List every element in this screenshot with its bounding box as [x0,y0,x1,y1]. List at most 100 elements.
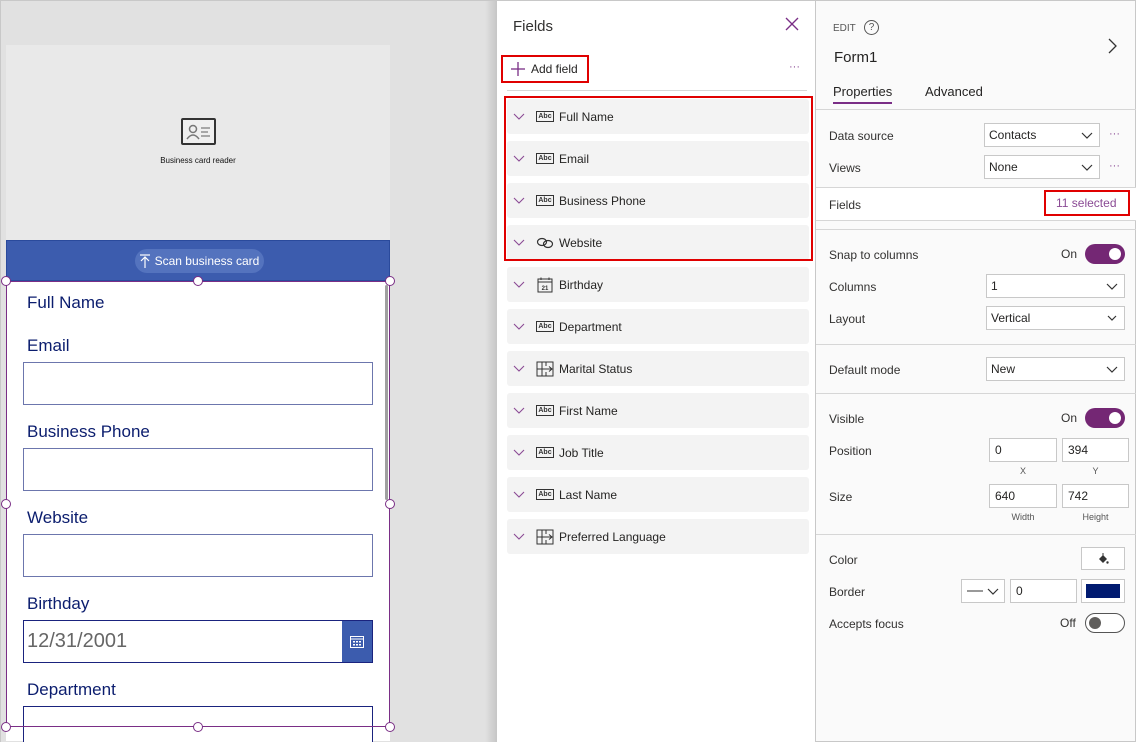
position-x-caption: X [1019,466,1026,476]
upload-arrow-icon [139,254,150,268]
divider [816,109,1136,110]
border-thickness-input[interactable]: 0 [1010,579,1077,603]
scan-business-card-button[interactable]: Scan business card [135,249,264,273]
layout-value: Vertical [991,311,1031,325]
field-list-item[interactable]: Abc Last Name [507,477,809,512]
border-color-button[interactable] [1081,579,1125,603]
chevron-down-icon[interactable] [513,155,527,163]
position-x-input[interactable]: 0 [989,438,1057,462]
chevron-down-icon[interactable] [513,281,527,289]
control-name: Form1 [834,49,878,66]
scan-bar: Scan business card [6,240,390,281]
data-source-dropdown[interactable]: Contacts [984,123,1100,147]
field-label-email: Email [27,336,70,355]
field-list-item-label: First Name [559,403,618,418]
field-label-business-phone: Business Phone [27,422,150,441]
line-style-icon [967,590,983,592]
text-abc-icon: Abc [536,111,554,122]
views-dropdown[interactable]: None [984,155,1100,179]
layout-label: Layout [829,312,866,326]
divider [816,344,1136,345]
size-width-caption: Width [1011,512,1035,522]
link-icon [535,236,555,250]
chevron-down-icon[interactable] [513,113,527,121]
field-list-item[interactable]: Abc Department [507,309,809,344]
more-options-icon[interactable]: ··· [789,61,800,73]
field-label-birthday: Birthday [27,594,90,613]
tab-properties[interactable]: Properties [833,84,893,104]
position-y-input[interactable]: 394 [1062,438,1129,462]
snap-to-columns-label: Snap to columns [829,248,919,262]
chevron-down-icon[interactable] [513,365,527,373]
size-width-input[interactable]: 640 [989,484,1057,508]
department-input[interactable] [23,706,373,742]
color-label: Color [829,553,858,567]
text-abc-icon: Abc [536,321,554,332]
data-source-more-icon[interactable]: ··· [1109,128,1120,140]
size-height-input[interactable]: 742 [1062,484,1129,508]
form-scrollbar[interactable] [385,285,388,500]
chevron-down-icon [1081,132,1093,139]
paint-bucket-icon [1099,552,1109,564]
calendar-button[interactable] [342,621,372,662]
field-label-full-name: Full Name [27,293,105,312]
tab-advanced[interactable]: Advanced [925,84,983,99]
field-list-item-label: Full Name [559,109,614,124]
text-abc-icon: Abc [536,195,554,206]
accepts-focus-state: Off [1060,616,1076,630]
chevron-right-icon[interactable] [1106,37,1118,55]
properties-pane: EDIT ? Form1 Properties Advanced Data so… [816,0,1136,742]
chevron-down-icon[interactable] [513,239,527,247]
position-label: Position [829,444,872,458]
text-abc-icon: Abc [536,489,554,500]
text-abc-icon: Abc [536,153,554,164]
chevron-down-icon[interactable] [513,407,527,415]
app-screen: Business card reader Scan business card … [6,45,390,742]
border-label: Border [829,585,866,599]
chevron-down-icon[interactable] [513,533,527,541]
field-list-item[interactable]: Abc First Name [507,393,809,428]
accepts-focus-toggle[interactable] [1085,613,1125,633]
website-input[interactable] [23,534,373,577]
border-color-swatch [1086,584,1120,598]
field-list-item-label: Website [559,235,603,250]
chevron-down-icon[interactable] [513,197,527,205]
field-list-item[interactable]: Marital Status [507,351,809,386]
help-icon[interactable]: ? [864,20,879,35]
default-mode-dropdown[interactable]: New [986,357,1125,381]
chevron-down-icon[interactable] [513,449,527,457]
chevron-down-icon[interactable] [513,491,527,499]
birthday-value: 12/31/2001 [27,630,128,652]
business-phone-input[interactable] [23,448,373,491]
field-list-item[interactable]: Preferred Language [507,519,809,554]
field-label-department: Department [27,680,116,699]
default-mode-value: New [991,362,1016,376]
visible-toggle[interactable] [1085,408,1125,428]
birthday-date-picker[interactable]: 12/31/2001 [23,620,373,663]
chevron-down-icon [1106,366,1118,373]
color-picker-button[interactable] [1081,547,1125,570]
close-icon[interactable] [785,17,801,33]
field-list-item[interactable]: Website [507,225,809,260]
add-field-button[interactable]: Add field [501,55,589,83]
columns-dropdown[interactable]: 1 [986,274,1125,298]
field-list-item[interactable]: 21 Birthday [507,267,809,302]
snap-to-columns-toggle[interactable] [1085,244,1125,264]
email-input[interactable] [23,362,373,405]
field-list-item[interactable]: Abc Email [507,141,809,176]
field-list-item[interactable]: Abc Full Name [507,99,809,134]
views-more-icon[interactable]: ··· [1109,160,1120,172]
fields-selected-link[interactable]: 11 selected [1044,190,1130,216]
field-list-item[interactable]: Abc Job Title [507,435,809,470]
chevron-down-icon[interactable] [513,323,527,331]
border-style-dropdown[interactable] [961,579,1005,603]
plus-icon [511,62,525,76]
scan-button-label: Scan business card [154,254,260,268]
field-list-item[interactable]: Abc Business Phone [507,183,809,218]
size-height-caption: Height [1082,512,1109,522]
calendar-icon [350,635,364,648]
add-field-label: Add field [531,62,578,76]
layout-dropdown[interactable]: Vertical [986,306,1125,330]
business-card-reader[interactable]: Business card reader [6,45,390,240]
edit-form[interactable]: Full Name Email Business Phone Website B… [6,281,390,742]
